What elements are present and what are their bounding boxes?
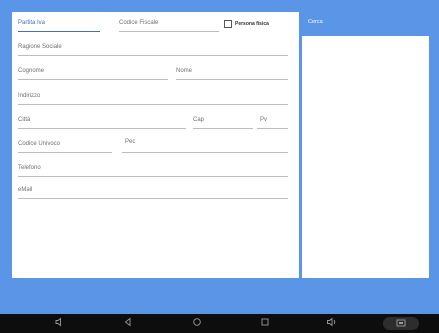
volume-down-icon[interactable] (52, 317, 66, 330)
search-panel: Cerca (302, 12, 429, 278)
cap-field[interactable]: Cap (193, 114, 253, 129)
cap-hint: Cap (193, 117, 205, 123)
codice-univoco-hint: Codice Univoco (18, 141, 61, 147)
search-label: Cerca (308, 19, 323, 25)
persona-fisica-checkbox[interactable] (224, 20, 232, 28)
indirizzo-hint: Indirizzo (18, 93, 41, 99)
home-icon[interactable] (190, 317, 204, 330)
volume-up-icon[interactable] (325, 317, 339, 330)
cognome-hint: Cognome (18, 68, 45, 74)
telefono-hint: Telefono (18, 165, 41, 171)
recents-icon[interactable] (258, 317, 272, 330)
nome-field[interactable]: Nome (176, 65, 288, 80)
customer-form-panel: Partita Iva Codice Fiscale Persona fisic… (12, 12, 299, 278)
email-field[interactable]: eMail (18, 184, 288, 199)
pec-hint: Pec (125, 139, 136, 145)
partita-iva-field[interactable]: Partita Iva (18, 17, 100, 32)
nome-hint: Nome (176, 68, 193, 74)
cognome-field[interactable]: Cognome (18, 65, 168, 80)
system-navigation-bar (0, 314, 439, 333)
indirizzo-field[interactable]: Indirizzo (18, 90, 288, 105)
search-button[interactable]: Cerca (302, 12, 429, 36)
back-icon[interactable] (121, 317, 135, 330)
codice-univoco-field[interactable]: Codice Univoco (18, 138, 112, 153)
codice-fiscale-hint: Codice Fiscale (119, 20, 159, 26)
persona-fisica-label: Persona fisica (235, 21, 269, 27)
bottom-action-strip (0, 278, 439, 314)
email-hint: eMail (18, 187, 33, 193)
pv-field[interactable]: Pv (257, 114, 288, 129)
ragione-sociale-hint: Ragione Sociale (18, 44, 62, 50)
citta-hint: Città (18, 117, 31, 123)
screenshot-icon[interactable] (383, 317, 419, 330)
ragione-sociale-field[interactable]: Ragione Sociale (18, 41, 288, 56)
persona-fisica-toggle[interactable]: Persona fisica (224, 19, 269, 29)
citta-field[interactable]: Città (18, 114, 186, 129)
pv-hint: Pv (260, 117, 268, 123)
partita-iva-hint: Partita Iva (18, 20, 46, 26)
codice-fiscale-field[interactable]: Codice Fiscale (119, 17, 219, 32)
pec-field[interactable]: Pec (122, 138, 288, 153)
telefono-field[interactable]: Telefono (18, 162, 288, 177)
